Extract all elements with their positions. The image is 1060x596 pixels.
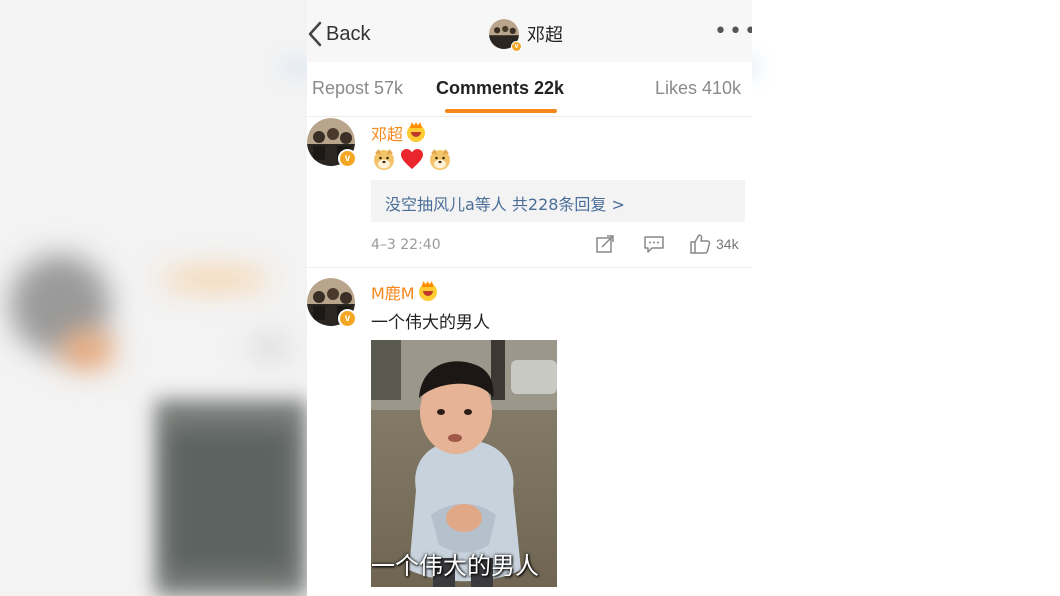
comment-button[interactable] <box>643 233 665 255</box>
back-button[interactable]: Back <box>307 18 370 50</box>
blank-background-right <box>752 0 1060 596</box>
comment-author-name: M鹿M <box>371 284 415 303</box>
tab-repost[interactable]: Repost 57k <box>312 78 403 99</box>
doge-emoji-icon <box>374 149 394 170</box>
like-button[interactable]: 34k <box>689 233 739 255</box>
nav-user[interactable]: v 邓超 <box>489 18 563 52</box>
comment-author[interactable]: M鹿M <box>371 280 437 304</box>
more-dots-icon[interactable]: ••• <box>714 21 752 43</box>
weibo-comment-screen: Back v 邓超 ••• Repost 57k <box>307 0 752 596</box>
screenshot-stage: Back v 邓超 ••• Repost 57k <box>0 0 1060 596</box>
crown-emoji-icon <box>418 283 437 301</box>
image-caption: 一个伟大的男人 <box>371 552 539 580</box>
navigation-bar: Back v 邓超 ••• <box>307 0 752 62</box>
blurred-background-left <box>0 0 307 596</box>
chevron-left-icon <box>308 21 322 47</box>
comment-icon <box>644 236 664 253</box>
verified-badge: v <box>338 149 357 168</box>
like-count: 34k <box>716 236 739 252</box>
comment-avatar[interactable]: v <box>307 278 359 330</box>
tab-likes[interactable]: Likes 410k <box>655 78 741 99</box>
comment-image[interactable]: 一个伟大的男人 <box>371 340 557 587</box>
doge-emoji-icon <box>430 149 450 170</box>
verified-badge: v <box>338 309 357 328</box>
tab-comments[interactable]: Comments 22k <box>436 78 564 99</box>
back-label: Back <box>326 22 371 45</box>
comment-item: v M鹿M 一个伟大的男人 一个伟大的男人 <box>307 268 752 596</box>
comment-item: v 邓超 没空抽风儿a等人 共228条回复 > 4–3 22:40 34k <box>307 117 752 268</box>
comment-emoji-content <box>372 147 452 171</box>
repost-button[interactable] <box>595 233 615 255</box>
active-tab-indicator <box>445 109 557 113</box>
crown-emoji-icon <box>407 124 426 142</box>
thumbs-up-icon <box>690 234 711 254</box>
comment-author-name: 邓超 <box>371 125 404 144</box>
verified-badge: v <box>511 41 522 52</box>
nav-avatar: v <box>489 19 522 52</box>
replies-preview-link[interactable]: 没空抽风儿a等人 共228条回复 > <box>371 180 745 222</box>
comment-author[interactable]: 邓超 <box>371 121 426 145</box>
replies-summary: 没空抽风儿a等人 共228条回复 > <box>385 195 625 214</box>
tab-bar: Repost 57k Comments 22k Likes 410k <box>307 62 752 117</box>
comment-text: 一个伟大的男人 <box>371 313 490 333</box>
comment-avatar[interactable]: v <box>307 118 359 170</box>
repost-icon <box>596 235 614 253</box>
heart-emoji-icon <box>401 149 423 169</box>
comment-timestamp: 4–3 22:40 <box>371 237 441 253</box>
nav-user-name: 邓超 <box>527 25 563 46</box>
